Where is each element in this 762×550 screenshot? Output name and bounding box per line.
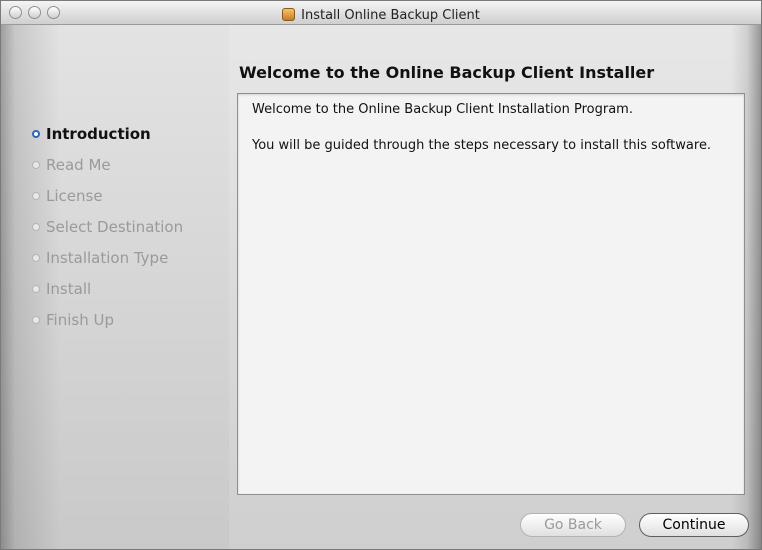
step-read-me: Read Me [32, 149, 231, 180]
step-install: Install [32, 273, 231, 304]
step-status-dot [32, 160, 40, 169]
page-title: Welcome to the Online Backup Client Inst… [239, 63, 655, 82]
installer-package-icon [282, 8, 296, 21]
step-license: License [32, 180, 231, 211]
content-panel: Welcome to the Online Backup Client Inst… [237, 93, 745, 495]
step-label: Install [46, 279, 92, 298]
welcome-text: Welcome to the Online Backup Client Inst… [252, 102, 633, 117]
step-label: Finish Up [46, 310, 114, 329]
step-label: Installation Type [46, 248, 169, 267]
step-status-dot [32, 129, 40, 138]
guidance-text: You will be guided through the steps nec… [252, 138, 712, 153]
step-label: Read Me [46, 155, 111, 174]
window-title: Install Online Backup Client [301, 8, 480, 23]
step-installation-type: Installation Type [32, 242, 231, 273]
step-status-dot [32, 253, 40, 262]
window-title-wrap: Install Online Backup Client [1, 4, 761, 23]
step-select-destination: Select Destination [32, 211, 231, 242]
title-bar: Install Online Backup Client [1, 1, 761, 25]
step-status-dot [32, 284, 40, 293]
installer-window: Install Online Backup Client Welcome to … [0, 0, 762, 550]
step-status-dot [32, 315, 40, 324]
go-back-button[interactable]: Go Back [520, 513, 626, 537]
step-label: Introduction [46, 124, 151, 143]
step-label: Select Destination [46, 217, 184, 236]
step-label: License [46, 186, 103, 205]
step-status-dot [32, 222, 40, 231]
steps-list: Introduction Read Me License Select Dest… [32, 118, 231, 335]
step-introduction: Introduction [32, 118, 231, 149]
step-status-dot [32, 191, 40, 200]
step-finish-up: Finish Up [32, 304, 231, 335]
continue-button[interactable]: Continue [639, 513, 749, 537]
